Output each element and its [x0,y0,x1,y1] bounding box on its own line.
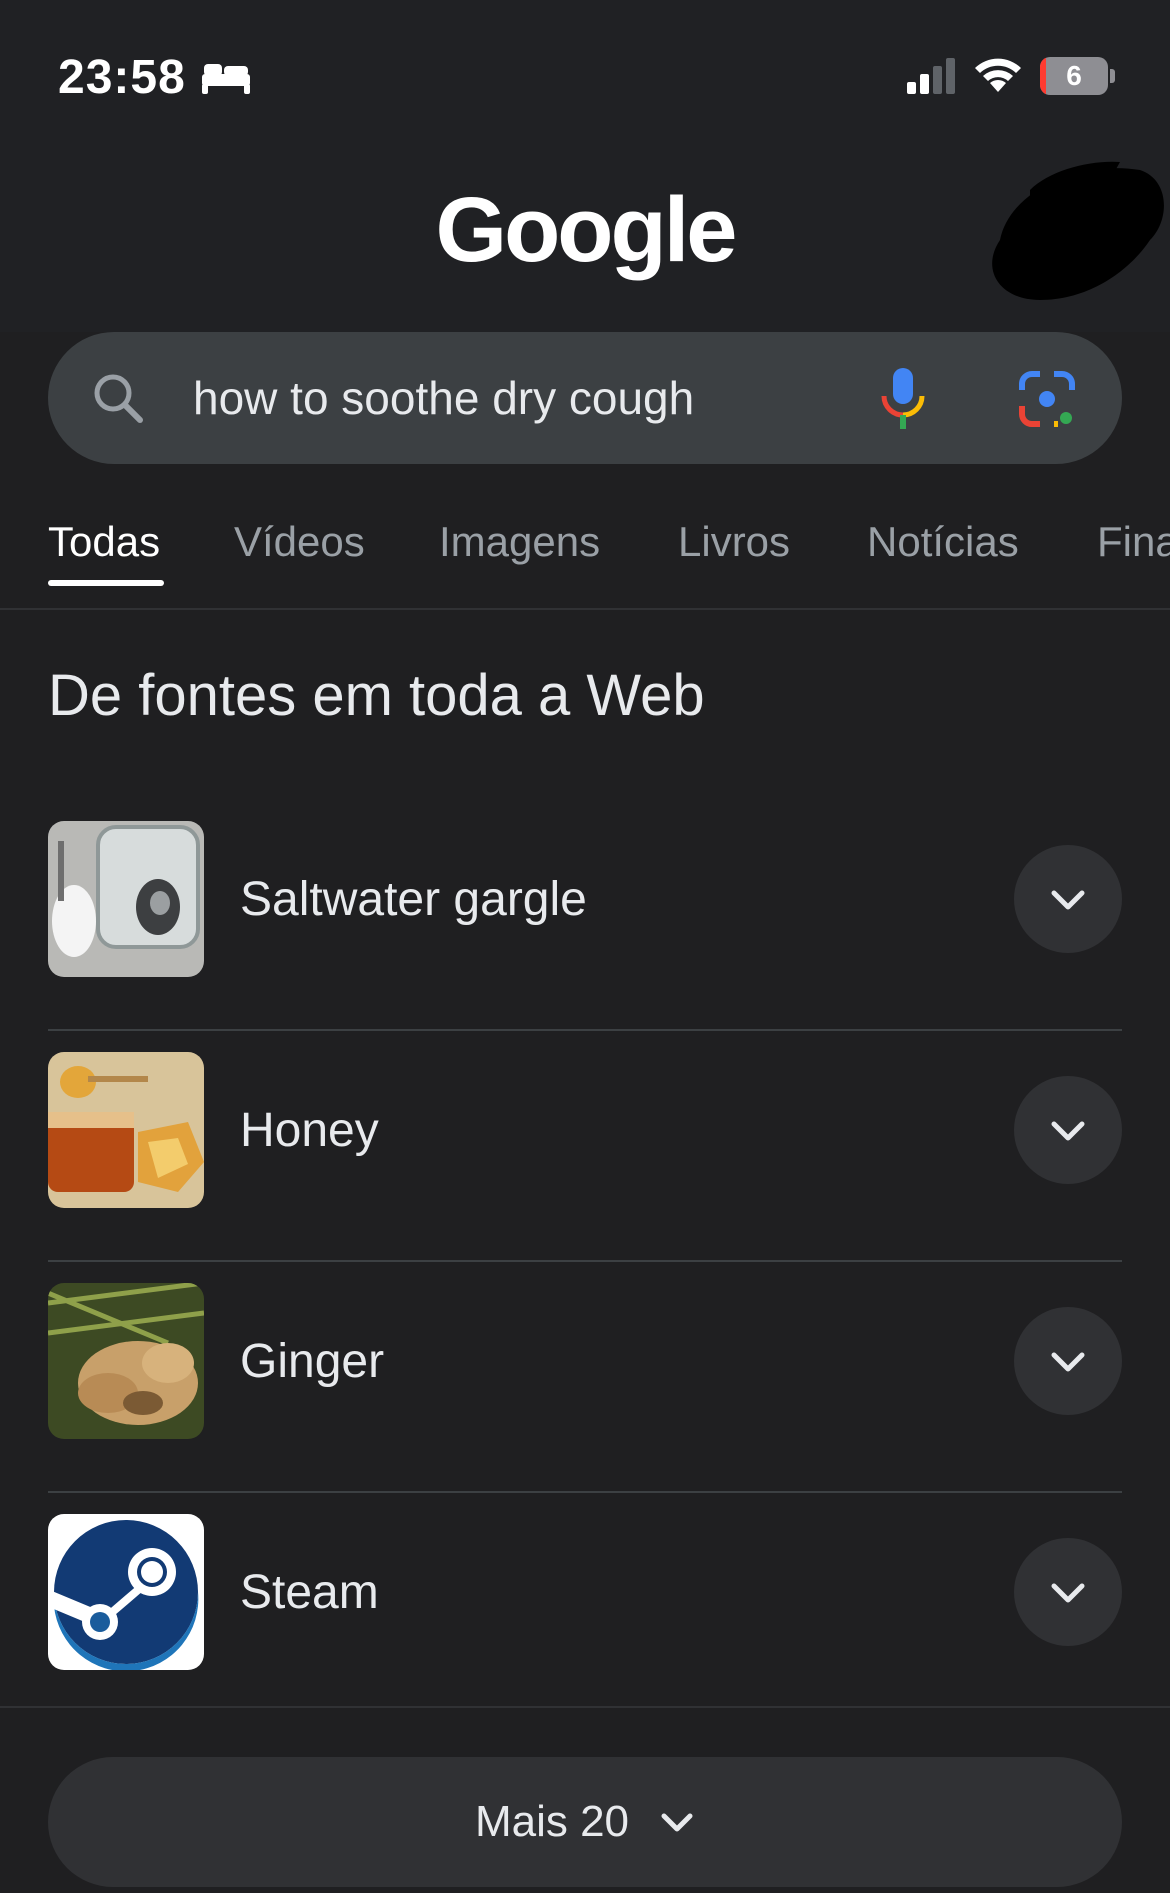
chevron-down-icon [1051,1121,1085,1141]
expand-button[interactable] [1014,1538,1122,1646]
list-item[interactable]: Saltwater gargle [48,800,1122,1031]
status-time: 23:58 [58,51,186,104]
remedies-list: Saltwater gargle Honey Ginger Steam [48,800,1122,1724]
tab-livros[interactable]: Livros [678,518,790,566]
cellular-signal-icon [907,58,955,94]
item-label: Honey [240,1104,379,1157]
tab-financas[interactable]: Fina [1097,518,1170,566]
divider [0,1706,1170,1708]
search-input[interactable] [193,332,713,464]
honey-thumbnail [48,1052,204,1208]
list-item[interactable]: Honey [48,1031,1122,1262]
chevron-down-icon [661,1813,693,1832]
chevron-down-icon [1051,1352,1085,1372]
header: Google [0,150,1170,332]
mic-icon[interactable] [878,366,928,432]
ginger-thumbnail [48,1283,204,1439]
item-label: Steam [240,1566,379,1619]
chevron-down-icon [1051,890,1085,910]
search-bar[interactable] [48,332,1122,464]
expand-button[interactable] [1014,845,1122,953]
tab-videos[interactable]: Vídeos [234,518,365,566]
search-icon[interactable] [88,368,148,428]
steam-logo-thumbnail [48,1514,204,1670]
section-title: De fontes em toda a Web [48,663,705,728]
list-item[interactable]: Ginger [48,1262,1122,1493]
saltwater-thumbnail [48,821,204,977]
status-bar: 23:58 6 [0,0,1170,150]
expand-button[interactable] [1014,1076,1122,1184]
battery-percentage: 6 [1066,60,1082,91]
expand-button[interactable] [1014,1307,1122,1415]
active-tab-indicator [48,580,164,586]
chevron-down-icon [1051,1583,1085,1603]
search-tabs: Todas Vídeos Imagens Livros Notícias Fin… [0,500,1170,610]
more-results-button[interactable]: Mais 20 [48,1757,1122,1887]
more-results-label: Mais 20 [474,1797,630,1846]
bed-icon [202,64,250,94]
list-item[interactable]: Steam [48,1493,1122,1724]
tab-imagens[interactable]: Imagens [439,518,600,566]
google-lens-icon[interactable] [1018,370,1076,428]
battery-icon: 6 [1040,57,1115,95]
item-label: Ginger [240,1335,385,1388]
tab-todas[interactable]: Todas [48,518,160,566]
wifi-icon [975,58,1021,92]
avatar[interactable] [970,150,1170,320]
tab-noticias[interactable]: Notícias [867,518,1019,566]
item-label: Saltwater gargle [240,873,587,926]
